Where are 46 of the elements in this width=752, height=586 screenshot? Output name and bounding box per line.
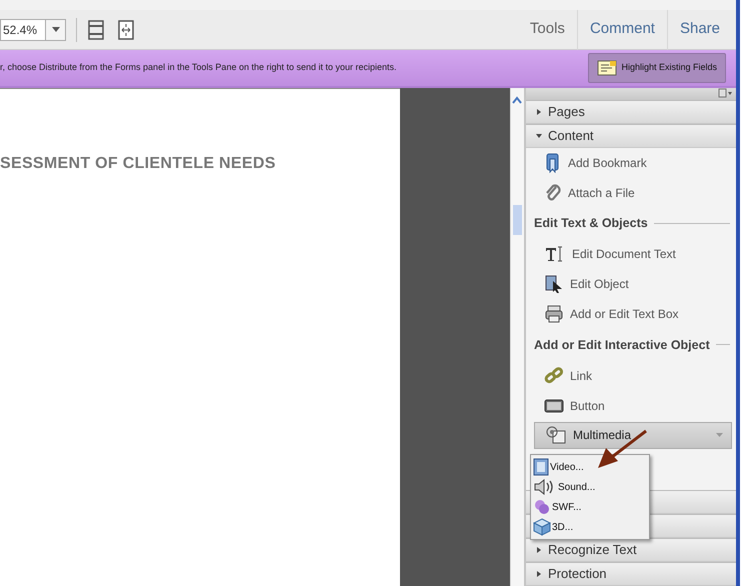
- document-heading: SESSMENT OF CLIENTELE NEEDS: [0, 154, 277, 174]
- section-header[interactable]: Content: [526, 124, 736, 148]
- fit-page-icon[interactable]: [87, 20, 105, 40]
- highlight-fields-button[interactable]: Highlight Existing Fields: [588, 53, 726, 83]
- message-text: r, choose Distribute from the Forms panel in the Tools Pane on the right to send it to your recipients.: [0, 61, 397, 74]
- section-header[interactable]: Recognize Text: [526, 538, 736, 562]
- tool-item[interactable]: Edit Document Text: [526, 239, 736, 270]
- film-icon: [533, 458, 549, 476]
- section-header[interactable]: Pages: [526, 100, 736, 124]
- tool-item[interactable]: Button: [526, 390, 736, 421]
- collapsed-caret-icon: [536, 108, 542, 115]
- scroll-thumb[interactable]: [513, 205, 522, 235]
- fit-width-icon[interactable]: [117, 20, 135, 40]
- menu-item[interactable]: Video...: [531, 457, 649, 477]
- circles-icon: [533, 499, 551, 515]
- panel-options-icon: [718, 88, 732, 98]
- menu-item[interactable]: 3D...: [531, 517, 649, 537]
- paperclip-icon: [544, 182, 562, 203]
- form-fields-icon: [597, 60, 618, 76]
- multimedia-icon: [545, 425, 567, 446]
- toolbar-tab[interactable]: Tools: [518, 10, 577, 50]
- zoom-field[interactable]: 52.4%: [0, 18, 46, 40]
- tool-item[interactable]: Attach a File: [526, 178, 736, 208]
- caret-icon: [716, 433, 723, 438]
- menu-item[interactable]: Sound...: [531, 477, 649, 497]
- multimedia-dropdown[interactable]: Multimedia: [534, 422, 732, 449]
- scroll-up-icon: [511, 94, 523, 105]
- chain-link-icon: [544, 366, 564, 386]
- group-heading: Add or Edit Interactive Object: [534, 336, 710, 354]
- expanded-caret-icon: [536, 132, 542, 139]
- textbox-icon: [544, 304, 564, 324]
- scrollbar[interactable]: [510, 88, 524, 586]
- tool-item[interactable]: Add Bookmark: [526, 148, 736, 178]
- tool-item[interactable]: Add or Edit Text Box: [526, 299, 736, 330]
- section-header[interactable]: Protection: [526, 562, 736, 586]
- collapsed-caret-icon: [536, 547, 542, 554]
- menu-item[interactable]: SWF...: [531, 497, 649, 517]
- caret-icon: [52, 27, 60, 32]
- dropdown-button[interactable]: [46, 18, 66, 40]
- tool-item[interactable]: Link: [526, 360, 736, 391]
- group-heading: Edit Text & Objects: [534, 215, 648, 232]
- cube-icon: [533, 518, 551, 536]
- ok-icon: [544, 398, 564, 414]
- collapsed-caret-icon: [536, 571, 542, 578]
- tool-item[interactable]: Edit Object: [526, 269, 736, 300]
- pointer-icon: [544, 274, 564, 294]
